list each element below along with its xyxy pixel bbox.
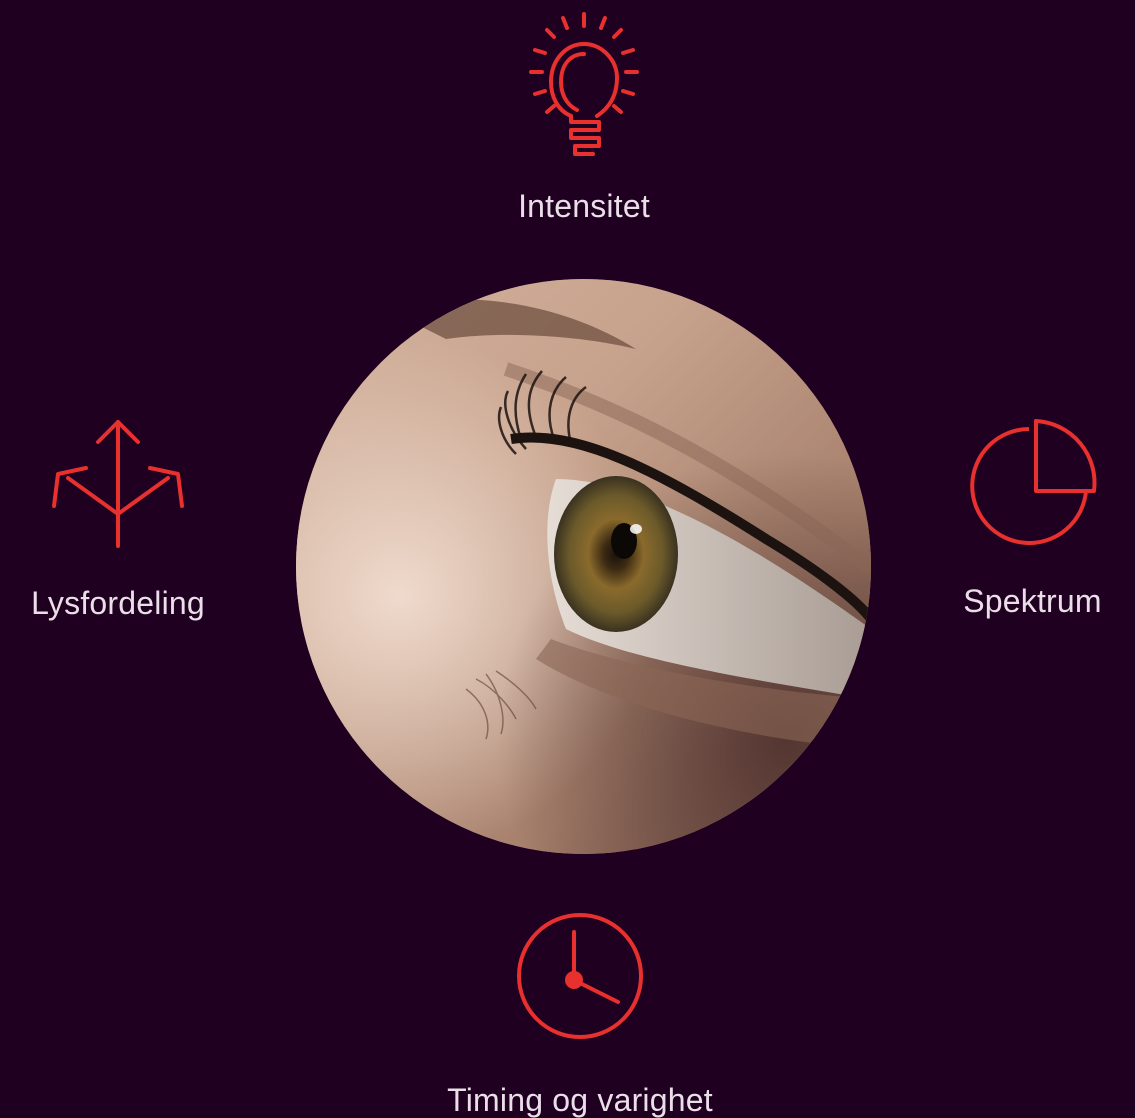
- feature-spectrum: Spektrum: [935, 417, 1130, 617]
- feature-timing: Timing og varighet: [430, 910, 730, 1116]
- distribution-arrows-icon: [48, 416, 188, 551]
- eye-photo: [296, 279, 871, 854]
- pie-chart-icon: [968, 417, 1098, 549]
- spectrum-label: Spektrum: [963, 583, 1102, 619]
- clock-icon: [514, 910, 646, 1042]
- light-bulb-icon: [519, 12, 649, 162]
- intensity-label: Intensitet: [518, 188, 650, 224]
- timing-label: Timing og varighet: [447, 1082, 713, 1118]
- feature-distribution: Lysfordeling: [18, 416, 218, 619]
- distribution-label: Lysfordeling: [31, 585, 205, 621]
- feature-intensity: Intensitet: [484, 12, 684, 222]
